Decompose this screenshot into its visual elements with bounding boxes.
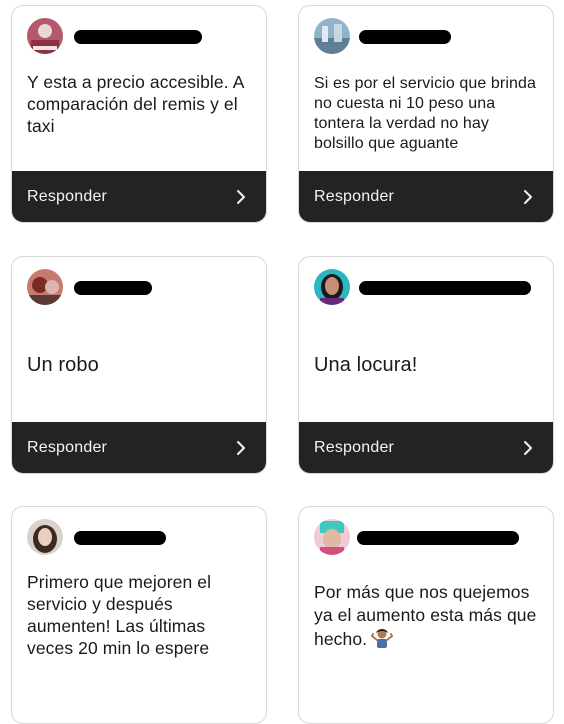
username-redacted xyxy=(74,531,166,545)
reply-label: Responder xyxy=(27,188,108,205)
avatar[interactable] xyxy=(314,18,350,54)
avatar[interactable] xyxy=(314,519,350,555)
comment-card: Un robo Responder xyxy=(11,256,267,474)
username-redacted xyxy=(74,30,202,44)
comment-card: Y esta a precio accesible. A comparación… xyxy=(11,5,267,223)
comment-card: Primero que mejoren el servicio y despué… xyxy=(11,506,267,724)
username-redacted xyxy=(359,281,531,295)
avatar[interactable] xyxy=(27,269,63,305)
username-redacted xyxy=(359,30,451,44)
comment-text-content: Por más que nos quejemos ya el aumento e… xyxy=(314,582,537,649)
chevron-right-icon xyxy=(237,190,245,204)
person-shrugging-icon xyxy=(370,627,394,655)
username-redacted xyxy=(357,531,519,545)
reply-button[interactable]: Responder xyxy=(12,422,266,473)
avatar[interactable] xyxy=(314,269,350,305)
reply-button[interactable]: Responder xyxy=(12,171,266,222)
comment-text: Primero que mejoren el servicio y despué… xyxy=(27,572,212,658)
comment-text: Por más que nos quejemos ya el aumento e… xyxy=(314,581,539,655)
reply-button[interactable]: Responder xyxy=(299,171,553,222)
comment-text: Y esta a precio accesible. A comparación… xyxy=(27,72,244,136)
comment-card: Si es por el servicio que brinda no cues… xyxy=(298,5,554,223)
avatar[interactable] xyxy=(27,519,63,555)
avatar[interactable] xyxy=(27,18,63,54)
reply-label: Responder xyxy=(314,188,395,205)
chevron-right-icon xyxy=(237,441,245,455)
reply-button[interactable]: Responder xyxy=(299,422,553,473)
comment-card: Una locura! Responder xyxy=(298,256,554,474)
chevron-right-icon xyxy=(524,441,532,455)
comment-text: Si es por el servicio que brinda no cues… xyxy=(314,75,536,152)
username-redacted xyxy=(74,281,152,295)
comment-card: Por más que nos quejemos ya el aumento e… xyxy=(298,506,554,724)
reply-label: Responder xyxy=(27,439,108,456)
comment-text: Un robo xyxy=(27,354,99,376)
reply-label: Responder xyxy=(314,439,395,456)
chevron-right-icon xyxy=(524,190,532,204)
comment-text: Una locura! xyxy=(314,354,418,376)
